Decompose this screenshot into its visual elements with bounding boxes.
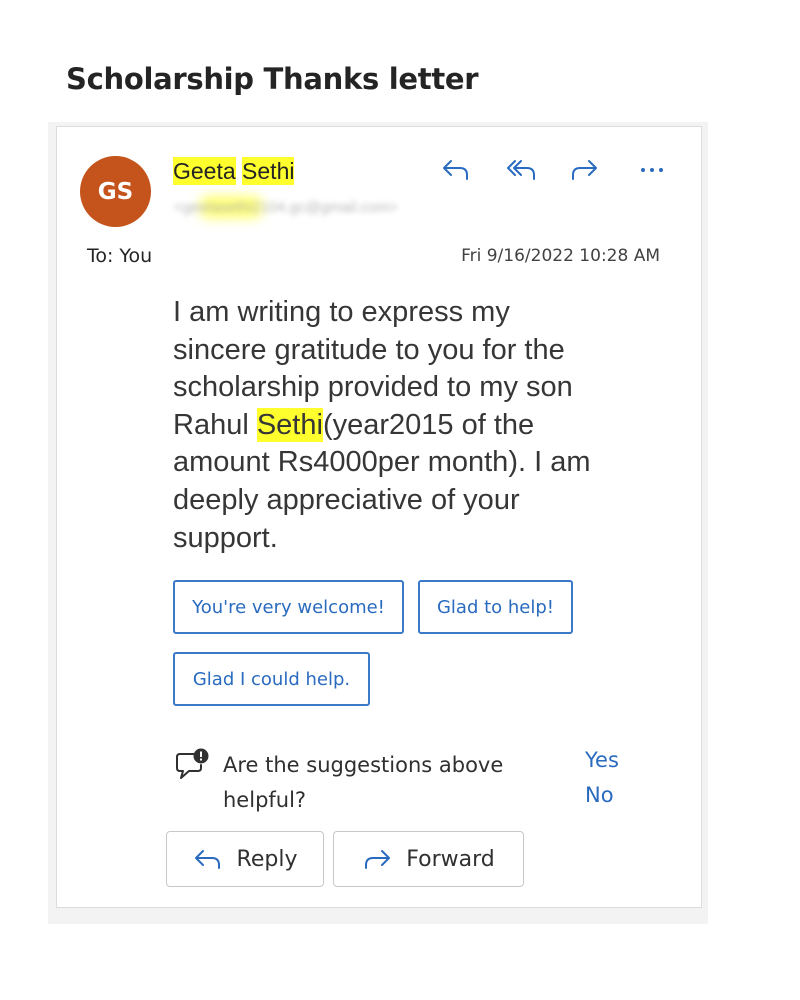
forward-icon[interactable]	[566, 152, 602, 188]
feedback-icon	[174, 748, 210, 782]
to-value: You	[119, 245, 153, 267]
reply-button[interactable]: Reply	[166, 831, 324, 887]
more-icon[interactable]	[634, 152, 670, 188]
sender-name[interactable]: Geeta Sethi	[173, 157, 295, 185]
sender-last-name: Sethi	[242, 157, 295, 185]
page-title: Scholarship Thanks letter	[66, 62, 479, 96]
feedback-question: Are the suggestions above helpful?	[223, 753, 504, 812]
body-highlight: Sethi	[256, 407, 323, 442]
feedback-yes-link[interactable]: Yes	[585, 748, 619, 772]
message-body: I am writing to express my sincere grati…	[173, 294, 673, 557]
suggestion-button-glad-could-help[interactable]: Glad I could help.	[173, 652, 370, 706]
sender-first-name: Geeta	[173, 157, 236, 185]
to-label: To:	[87, 245, 114, 267]
feedback-no-link[interactable]: No	[585, 783, 614, 807]
message-date: Fri 9/16/2022 10:28 AM	[461, 246, 660, 266]
suggestion-button-welcome[interactable]: You're very welcome!	[173, 580, 404, 634]
reply-icon[interactable]	[438, 152, 474, 188]
reply-icon	[194, 850, 220, 869]
reply-all-icon[interactable]	[504, 152, 540, 188]
forward-icon	[365, 850, 391, 869]
sender-email: <geetasethi2104.gc@gmail.com>	[174, 199, 398, 216]
suggestion-button-glad-to-help[interactable]: Glad to help!	[418, 580, 573, 634]
recipient-line: To: You	[87, 245, 158, 267]
reply-button-label: Reply	[236, 846, 298, 872]
forward-button[interactable]: Forward	[333, 831, 524, 887]
forward-button-label: Forward	[406, 846, 495, 872]
avatar[interactable]: GS	[80, 156, 151, 227]
